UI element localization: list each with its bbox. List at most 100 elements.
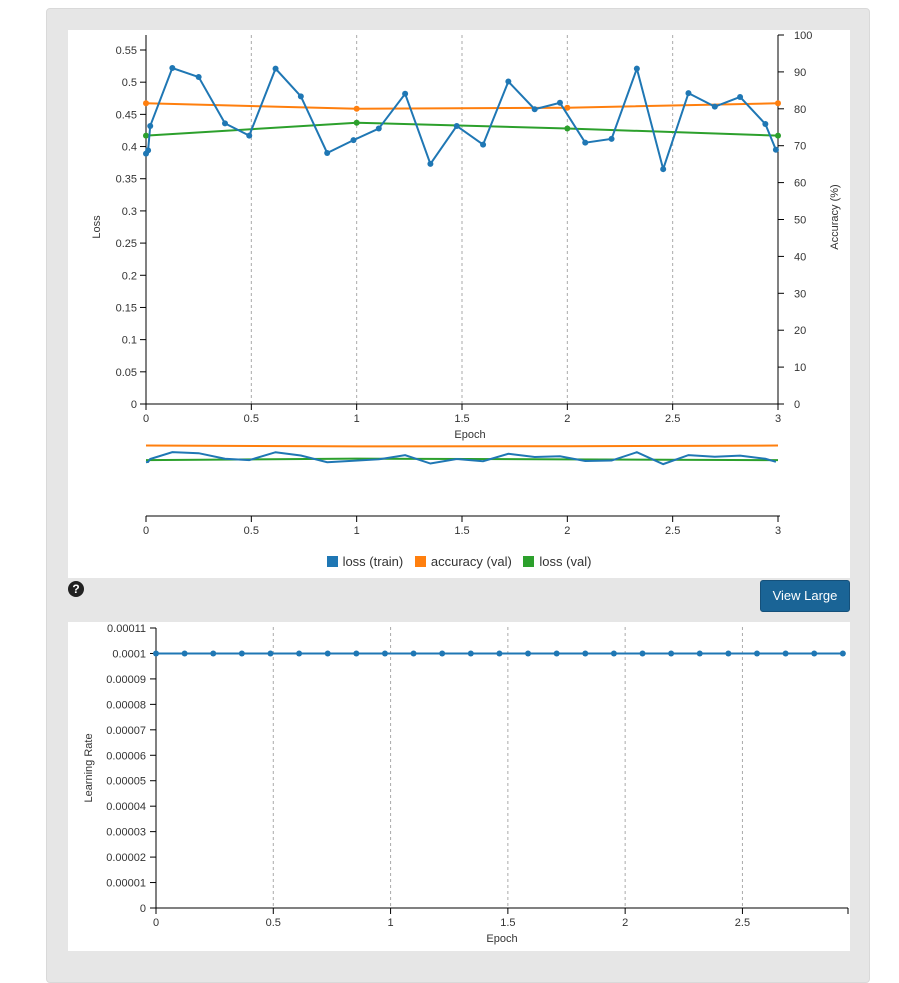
- x-axis-title: Epoch: [486, 933, 517, 945]
- y-tick-label: 0.00009: [106, 674, 146, 686]
- legend-swatch-accuracy-val: [414, 556, 426, 567]
- data-point: [210, 650, 217, 657]
- data-point: [553, 650, 560, 657]
- overview-x-tick-label: 3: [775, 525, 781, 537]
- data-point: [267, 650, 274, 657]
- y2-tick-label: 50: [794, 215, 806, 227]
- data-point: [353, 650, 360, 657]
- data-point: [582, 139, 589, 146]
- y-tick-label: 0: [140, 903, 146, 915]
- data-point: [350, 137, 357, 144]
- y-tick-label: 0.3: [122, 206, 137, 218]
- data-point: [410, 650, 417, 657]
- data-point: [147, 122, 154, 129]
- data-point: [153, 650, 159, 657]
- x-tick-label: 2.5: [735, 917, 750, 929]
- legend-swatch-loss-train: [326, 556, 338, 567]
- x-tick-label: 1: [388, 917, 394, 929]
- data-point: [582, 650, 589, 657]
- y-tick-label: 0: [131, 399, 137, 411]
- y2-tick-label: 40: [794, 251, 806, 263]
- data-point: [143, 100, 149, 107]
- data-point: [272, 65, 279, 72]
- y2-tick-label: 90: [794, 67, 806, 79]
- x-tick-label: 0.5: [266, 917, 281, 929]
- data-point: [633, 65, 640, 72]
- data-point: [496, 650, 503, 657]
- data-point: [525, 650, 532, 657]
- loss-accuracy-chart[interactable]: 0 0.5 1 1.5 2 2.5 300.050.10.150.20.250.30.350…: [68, 30, 850, 540]
- x-tick-label: 0.5: [244, 413, 259, 425]
- y-tick-label: 0.00001: [106, 878, 146, 890]
- data-point: [453, 122, 460, 129]
- data-point: [839, 650, 846, 657]
- data-point: [668, 650, 675, 657]
- data-point: [696, 650, 703, 657]
- legend-label: loss (val): [539, 554, 592, 569]
- data-point: [782, 650, 789, 657]
- y2-axis-title: Accuracy (%): [829, 184, 841, 249]
- legend-item-loss-train[interactable]: loss (train): [326, 554, 404, 569]
- legend-label: loss (train): [342, 554, 404, 569]
- data-point: [480, 141, 487, 148]
- chart-legend: loss (train) accuracy (val) loss (val): [68, 554, 850, 569]
- y2-tick-label: 30: [794, 288, 806, 300]
- x-tick-label: 1: [354, 413, 360, 425]
- y-tick-label: 0.00004: [106, 801, 146, 813]
- data-point: [143, 132, 149, 139]
- x-tick-label: 1.5: [454, 413, 469, 425]
- y-tick-label: 0.00006: [106, 750, 146, 762]
- learning-rate-chart[interactable]: 0 0.5 1 1.5 2 2.5 0 0.00001 0.00002 0.00003 0.0000…: [68, 622, 850, 951]
- data-point: [685, 90, 692, 97]
- y-tick-label: 0.00003: [106, 827, 146, 839]
- x-tick-label: 2: [564, 413, 570, 425]
- x-tick-label: 2.5: [665, 413, 680, 425]
- y-tick-label: 0.55: [116, 45, 137, 57]
- loss-accuracy-chart-card: 0 0.5 1 1.5 2 2.5 3 0 0.05 0.1 0.15 0.2 0.25 0.3 0.35 0…: [68, 30, 850, 578]
- data-point: [531, 106, 538, 113]
- overview-x-tick-label: 2.5: [665, 525, 680, 537]
- data-point: [324, 149, 331, 156]
- help-icon[interactable]: ?: [68, 581, 84, 597]
- data-point: [639, 650, 646, 657]
- y-tick-label: 0.35: [116, 174, 137, 186]
- view-large-button[interactable]: View Large: [760, 580, 850, 612]
- data-point: [324, 650, 331, 657]
- data-point: [222, 120, 228, 127]
- data-point: [505, 78, 512, 85]
- y2-tick-label: 80: [794, 104, 806, 116]
- y2-tick-label: 10: [794, 362, 806, 374]
- data-point: [725, 650, 732, 657]
- y2-tick-label: 100: [794, 30, 812, 42]
- y-tick-label: 0.00005: [106, 776, 146, 788]
- y-tick-label: 0.00007: [106, 725, 146, 737]
- data-point: [556, 99, 563, 106]
- y2-tick-label: 60: [794, 178, 806, 190]
- x-tick-label: 0: [143, 413, 149, 425]
- x-tick-label: 3: [775, 413, 781, 425]
- data-point: [610, 650, 617, 657]
- data-point: [439, 650, 446, 657]
- data-point: [353, 105, 360, 112]
- data-point: [811, 650, 818, 657]
- overview-x-tick-label: 2: [564, 525, 570, 537]
- y-tick-label: 0.5: [122, 77, 137, 89]
- y-tick-label: 0.2: [122, 270, 137, 282]
- overview-x-tick-label: 0: [143, 525, 149, 537]
- y2-tick-label: 0: [794, 399, 800, 411]
- data-point: [564, 125, 571, 132]
- data-point: [296, 650, 303, 657]
- data-point: [772, 146, 779, 153]
- y-tick-label: 0.00011: [107, 623, 146, 635]
- y-tick-label: 0.25: [116, 238, 137, 250]
- y-axis-title: Loss: [91, 215, 103, 239]
- y2-tick-label: 70: [794, 141, 806, 153]
- legend-item-accuracy-val[interactable]: accuracy (val): [414, 554, 512, 569]
- overview-series-line-1: [145, 444, 779, 448]
- y-tick-label: 0.15: [116, 302, 137, 314]
- y2-tick-label: 20: [794, 325, 806, 337]
- x-axis-title: Epoch: [454, 429, 485, 441]
- data-point: [762, 121, 769, 128]
- legend-item-loss-val[interactable]: loss (val): [523, 554, 591, 569]
- data-point: [238, 650, 245, 657]
